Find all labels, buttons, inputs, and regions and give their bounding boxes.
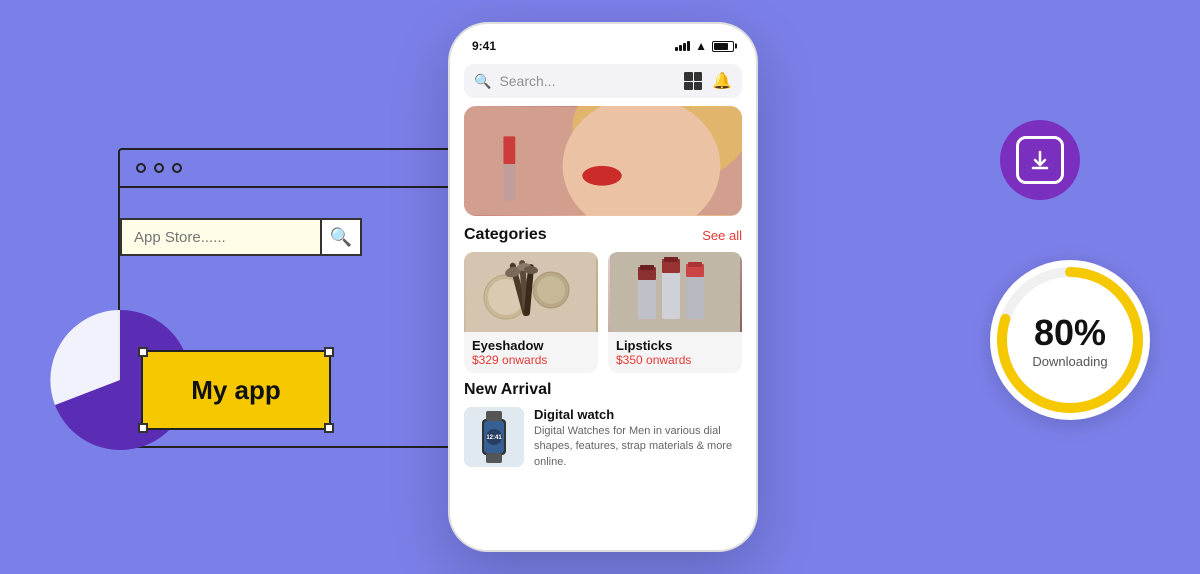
phone-search-actions: 🔔 — [684, 71, 732, 91]
progress-label: Downloading — [1032, 354, 1107, 369]
signal-bar-2 — [679, 45, 682, 51]
appstore-search-container: 🔍 — [120, 218, 362, 256]
new-arrival-section: New Arrival 12:41 Digit — [450, 373, 756, 470]
search-icon: 🔍 — [330, 227, 352, 248]
new-arrival-header: New Arrival — [464, 381, 742, 399]
lipstick-info: Lipsticks $350 onwards — [608, 332, 742, 373]
battery-fill — [714, 43, 728, 50]
download-button[interactable] — [1000, 120, 1080, 200]
progress-circle: 80% Downloading — [990, 260, 1150, 420]
eyeshadow-price: $329 onwards — [472, 353, 590, 367]
phone: 9:41 ▲ 🔍 Search... 🔔 — [448, 22, 758, 552]
handle-bl — [138, 423, 148, 433]
handle-tr — [324, 347, 334, 357]
see-all-link[interactable]: See all — [702, 228, 742, 243]
appstore-search-button[interactable]: 🔍 — [320, 218, 362, 256]
browser-dot-2 — [154, 163, 164, 173]
progress-container: 80% Downloading — [990, 260, 1150, 420]
eyeshadow-image — [464, 252, 598, 332]
eyeshadow-info: Eyeshadow $329 onwards — [464, 332, 598, 373]
lipstick-svg — [608, 252, 742, 332]
lipstick-name: Lipsticks — [616, 338, 734, 353]
eyeshadow-svg — [464, 252, 598, 332]
hero-image — [464, 106, 742, 216]
my-app-box[interactable]: My app — [141, 350, 331, 430]
bell-icon[interactable]: 🔔 — [712, 71, 732, 91]
status-right: ▲ — [675, 39, 734, 53]
status-bar: 9:41 ▲ — [450, 24, 756, 60]
browser-top-bar — [120, 150, 466, 188]
signal-bar-3 — [683, 43, 686, 51]
qr-icon[interactable] — [684, 72, 702, 90]
qr-cell-1 — [684, 72, 693, 81]
signal-bars — [675, 41, 690, 51]
arrival-watch-name: Digital watch — [534, 407, 742, 422]
qr-cell-3 — [684, 82, 693, 91]
download-icon-box — [1016, 136, 1064, 184]
my-app-label: My app — [191, 375, 281, 406]
battery-icon — [712, 41, 734, 52]
browser-dot-1 — [136, 163, 146, 173]
svg-text:12:41: 12:41 — [486, 435, 502, 441]
lipstick-price: $350 onwards — [616, 353, 734, 367]
phone-search-bar[interactable]: 🔍 Search... 🔔 — [464, 64, 742, 98]
phone-search-icon: 🔍 — [474, 73, 491, 90]
signal-bar-1 — [675, 47, 678, 51]
browser-dot-3 — [172, 163, 182, 173]
lipstick-image — [608, 252, 742, 332]
wifi-icon: ▲ — [695, 39, 707, 53]
category-card-eyeshadow[interactable]: Eyeshadow $329 onwards — [464, 252, 598, 373]
category-card-lipsticks[interactable]: Lipsticks $350 onwards — [608, 252, 742, 373]
categories-grid: Eyeshadow $329 onwards — [464, 252, 742, 373]
watch-svg: 12:41 — [464, 407, 524, 467]
signal-bar-4 — [687, 41, 690, 51]
new-arrival-item: 12:41 Digital watch Digital Watches for … — [464, 407, 742, 470]
hero-svg — [464, 106, 742, 216]
status-time: 9:41 — [472, 39, 496, 53]
handle-tl — [138, 347, 148, 357]
categories-section: Categories See all — [450, 216, 756, 373]
handle-br — [324, 423, 334, 433]
eyeshadow-name: Eyeshadow — [472, 338, 590, 353]
qr-cell-2 — [694, 72, 703, 81]
arrival-watch-image: 12:41 — [464, 407, 524, 467]
appstore-input[interactable] — [120, 218, 320, 256]
arrival-watch-desc: Digital Watches for Men in various dial … — [534, 424, 742, 470]
arrival-watch-info: Digital watch Digital Watches for Men in… — [534, 407, 742, 470]
progress-percent: 80% — [1034, 312, 1106, 354]
categories-header: Categories See all — [464, 226, 742, 244]
qr-cell-4 — [694, 82, 703, 91]
download-arrow-icon — [1028, 148, 1052, 172]
new-arrival-title: New Arrival — [464, 381, 551, 399]
categories-title: Categories — [464, 226, 547, 244]
phone-search-placeholder: Search... — [499, 73, 555, 89]
